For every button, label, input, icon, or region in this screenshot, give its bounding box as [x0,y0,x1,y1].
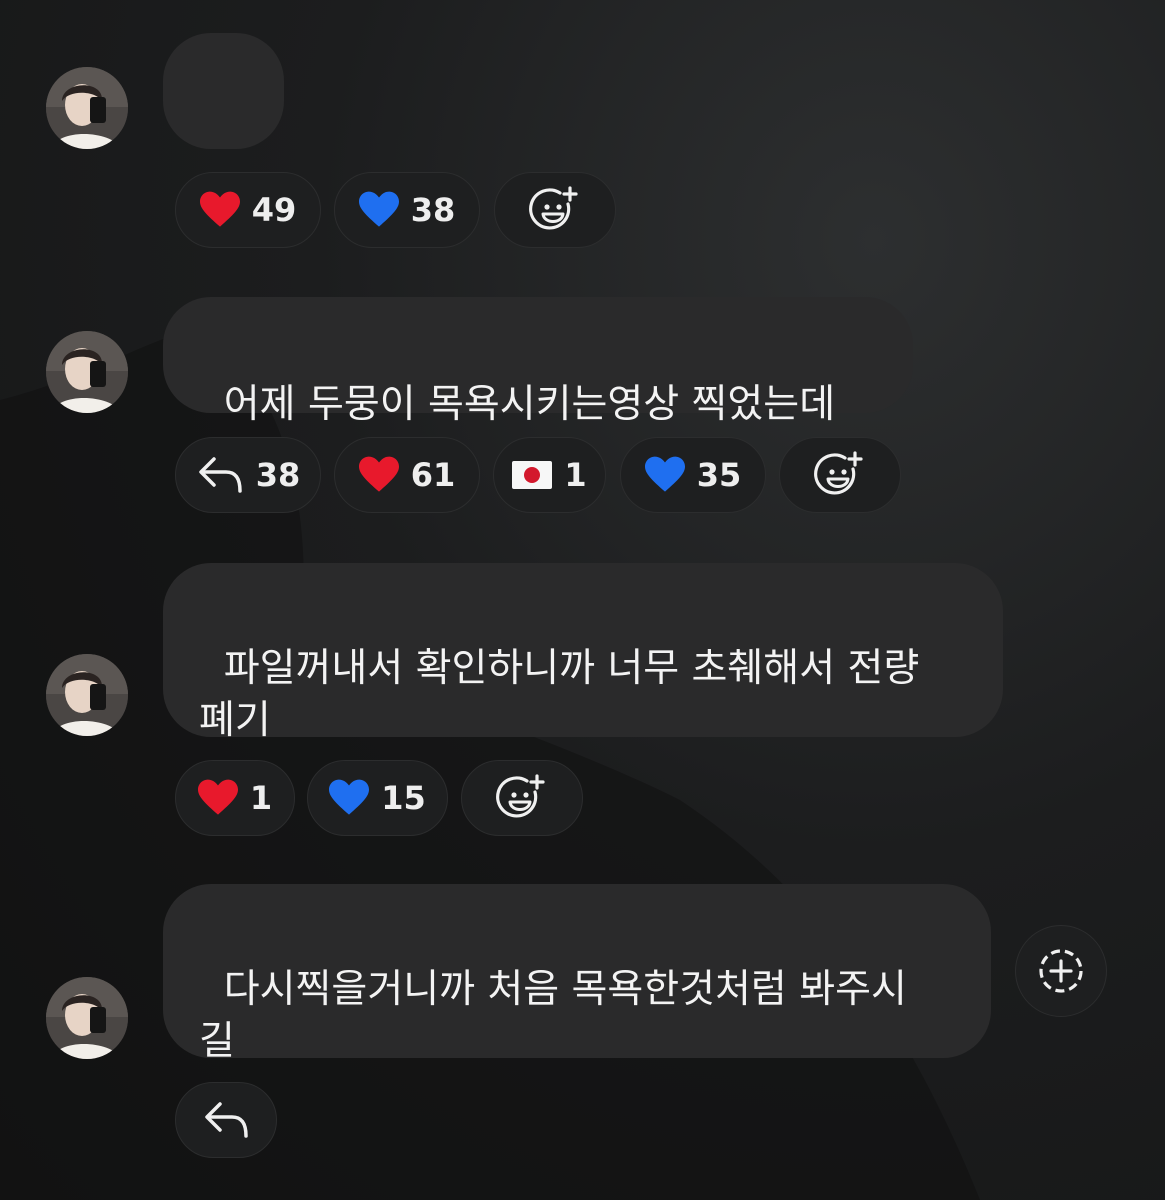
reply-count-button[interactable]: 38 [175,437,321,513]
red-heart-icon [197,779,238,815]
reaction-chip-blue-heart[interactable]: 35 [620,437,766,513]
reaction-chip-red-heart[interactable]: 61 [334,437,480,513]
message-bubble[interactable]: 파일꺼내서 확인하니까 너무 초췌해서 전량 폐기 [163,563,1003,743]
add-emoji-icon [529,186,578,230]
avatar-portrait [46,977,128,1059]
blue-heart-icon [358,191,399,227]
reaction-chip-blue-heart[interactable]: 15 [307,760,448,836]
red-heart-icon [199,191,240,227]
message-bubble[interactable]: 아 [163,33,284,215]
avatar[interactable] [46,67,128,149]
message-bubble[interactable]: 어제 두뭉이 목욕시키는영상 찍었는데 [163,297,913,427]
dashed-add-icon [1039,949,1083,993]
reaction-chip-red-heart[interactable]: 49 [175,172,321,248]
avatar[interactable] [46,977,128,1059]
avatar-portrait [46,67,128,149]
blue-heart-icon [329,779,370,815]
reaction-count: 38 [410,191,456,229]
avatar-portrait [46,331,128,413]
reply-arrow-icon [198,457,242,493]
avatar[interactable] [46,654,128,736]
add-reaction-button[interactable] [1015,925,1107,1017]
add-emoji-icon [814,451,863,495]
reaction-count: 15 [381,779,426,817]
reaction-count: 35 [696,456,742,494]
add-reaction-button[interactable] [494,172,616,248]
reaction-count: 1 [564,456,587,494]
reaction-count: 1 [249,779,273,817]
blue-heart-icon [644,456,685,492]
add-emoji-icon [496,774,545,818]
reply-arrow-icon [205,1102,248,1138]
reaction-count: 49 [251,191,297,229]
japan-flag-icon [512,461,553,489]
reply-button[interactable] [175,1082,277,1158]
red-heart-icon [358,456,399,492]
avatar-portrait [46,654,128,736]
message-bubble[interactable]: 다시찍을거니까 처음 목욕한것처럼 봐주시 길 [163,884,991,1064]
avatar[interactable] [46,331,128,413]
add-reaction-button[interactable] [779,437,901,513]
reaction-chip-japan-flag[interactable]: 1 [493,437,606,513]
message-text: 어제 두뭉이 목욕시키는영상 찍었는데 [223,382,836,427]
reaction-chip-red-heart[interactable]: 1 [175,760,295,836]
reaction-count: 61 [410,456,456,494]
message-text: 파일꺼내서 확인하니까 너무 초췌해서 전량 폐기 [199,646,920,743]
reply-count: 38 [255,456,301,494]
message-text: 다시찍을거니까 처음 목욕한것처럼 봐주시 길 [199,967,907,1064]
reaction-chip-blue-heart[interactable]: 38 [334,172,480,248]
add-reaction-button[interactable] [461,760,583,836]
